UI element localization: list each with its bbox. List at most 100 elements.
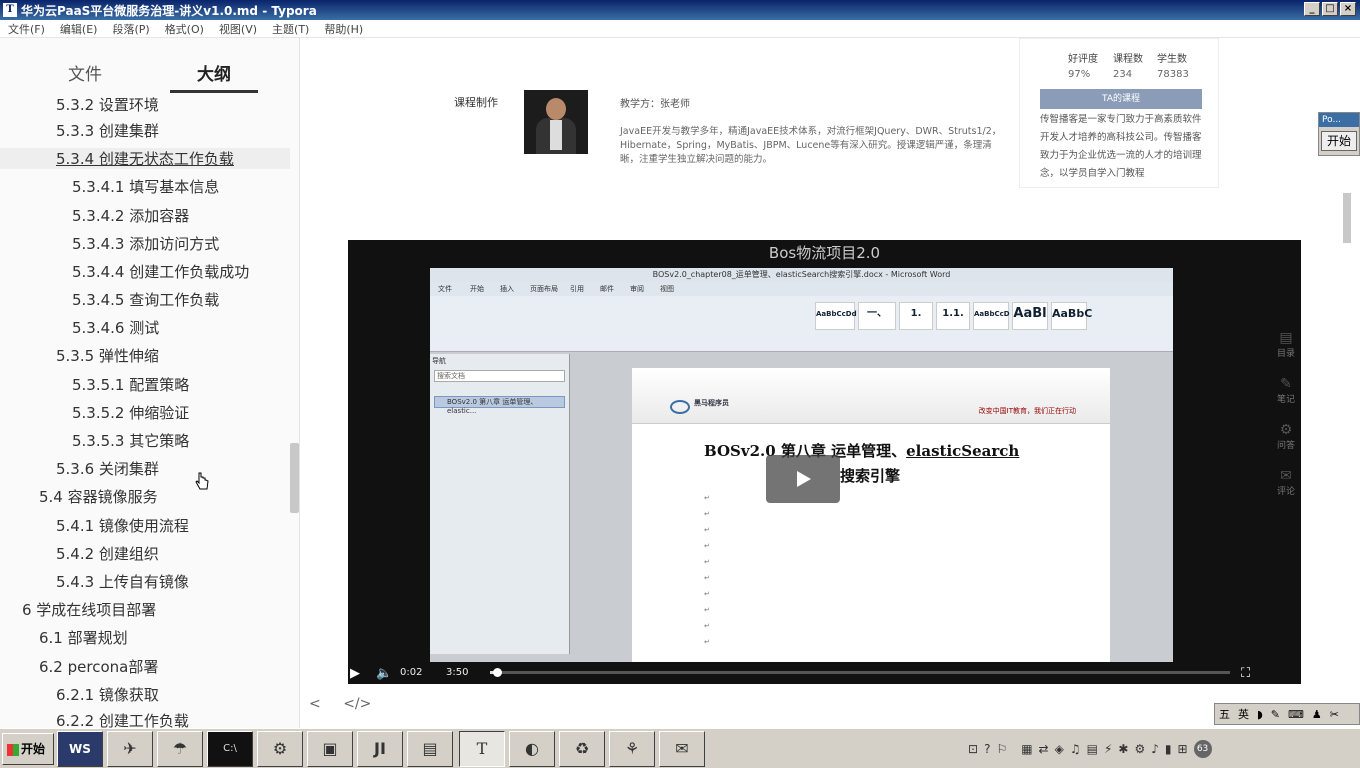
webstorm-taskbar-button[interactable]: WS	[57, 731, 103, 767]
tray-icon[interactable]: ⚙	[1134, 742, 1145, 756]
ta-course-header[interactable]: TA的课程	[1040, 89, 1202, 109]
tray-icon[interactable]: ▤	[1087, 742, 1098, 756]
qa-tool[interactable]: ⚙ 问答	[1274, 422, 1298, 468]
tray-icon[interactable]: ✱	[1118, 742, 1128, 756]
floating-popup[interactable]: Po... 开始	[1318, 112, 1360, 156]
ime-pen-icon[interactable]: ✎	[1271, 708, 1280, 721]
chapter-heading-link: elasticSearch	[906, 442, 1020, 460]
teacher-description: JavaEE开发与教学多年，精通JavaEE技术体系，对流行框架JQuery、D…	[620, 126, 1002, 165]
tab-outline[interactable]: 大纲	[197, 60, 231, 85]
outline-item[interactable]: 5.3.6 关闭集群	[56, 458, 159, 479]
progress-bar[interactable]	[490, 668, 1230, 677]
popup-start-button[interactable]: 开始	[1321, 131, 1357, 151]
rating-label: 好评度	[1068, 54, 1098, 65]
cmd-taskbar-button[interactable]: C:\	[207, 731, 253, 767]
tray-icon[interactable]: ⊡	[968, 742, 978, 756]
outline-item[interactable]: 6.2 percona部署	[39, 656, 158, 677]
app-taskbar-button[interactable]: ✈	[107, 731, 153, 767]
outline-item[interactable]: 5.3.3 创建集群	[56, 120, 159, 141]
network-icon[interactable]: ⇄	[1039, 742, 1049, 756]
menu-file[interactable]: 文件(F)	[8, 21, 45, 37]
tray-icon[interactable]: ♫	[1070, 742, 1081, 756]
outline-item[interactable]: 5.3.4.6 测试	[72, 317, 159, 338]
video-player[interactable]: Bos物流项目2.0 BOSv2.0_chapter08_运单管理、elasti…	[348, 240, 1301, 684]
outline-item[interactable]: 5.3.4.2 添加容器	[72, 205, 189, 226]
ime-moon-icon[interactable]: ◗	[1257, 708, 1263, 721]
app-taskbar-button[interactable]: ♻	[559, 731, 605, 767]
tray-icon[interactable]: ◈	[1055, 742, 1064, 756]
prev-arrow-icon[interactable]: <	[309, 696, 321, 712]
outline-item[interactable]: 5.3.4.5 查询工作负载	[72, 289, 219, 310]
sidebar-scrollbar[interactable]	[290, 443, 299, 513]
menu-help[interactable]: 帮助(H)	[324, 21, 363, 37]
bluetooth-icon[interactable]: ⚡	[1104, 742, 1112, 756]
close-button[interactable]: ×	[1340, 2, 1356, 16]
menu-edit[interactable]: 编辑(E)	[60, 21, 98, 37]
outline-item[interactable]: 5.3.5.3 其它策略	[72, 430, 189, 451]
tray-icon[interactable]: ⚐	[996, 742, 1007, 756]
word-ribbon-tabs: 文件 开始 插入 页面布局 引用 邮件 审阅 视图	[430, 282, 1173, 296]
outline-item[interactable]: 6.2.2 创建工作负载	[56, 710, 189, 728]
menu-view[interactable]: 视图(V)	[219, 21, 257, 37]
ime-user-icon[interactable]: ♟	[1312, 708, 1322, 721]
window-title-bar[interactable]: T 华为云PaaS平台微服务治理-讲义v1.0.md - Typora _ □ …	[0, 0, 1360, 20]
volume-icon[interactable]: 🔈	[376, 666, 392, 681]
app-taskbar-button[interactable]: ☂	[157, 731, 203, 767]
explorer-taskbar-button[interactable]: ▤	[407, 731, 453, 767]
outline-item[interactable]: 5.3.5.1 配置策略	[72, 374, 189, 395]
outline-item[interactable]: 5.3.4.1 填写基本信息	[72, 176, 219, 197]
ime-lang-toggle[interactable]: 英	[1238, 706, 1249, 722]
chrome-taskbar-button[interactable]: ◐	[509, 731, 555, 767]
outline-item[interactable]: 5.4.3 上传自有镜像	[56, 571, 189, 592]
outline-item[interactable]: 5.3.5 弹性伸缩	[56, 345, 159, 366]
menu-paragraph[interactable]: 段落(P)	[112, 21, 149, 37]
volume-tray-icon[interactable]: ♪	[1151, 742, 1159, 756]
menu-theme[interactable]: 主题(T)	[272, 21, 309, 37]
word-navigation-pane: 导航 搜索文档 BOSv2.0 第八章 运单管理、elastic...	[430, 354, 570, 654]
menu-format[interactable]: 格式(O)	[165, 21, 204, 37]
help-icon[interactable]: ?	[984, 742, 990, 756]
outline-item[interactable]: 6.2.1 镜像获取	[56, 684, 159, 705]
outline-item[interactable]: 6 学成在线项目部署	[22, 599, 156, 620]
outline-item[interactable]: 5.3.2 设置环境	[56, 94, 159, 115]
outline-item[interactable]: 5.4 容器镜像服务	[39, 486, 158, 507]
catalog-tool[interactable]: ▤ 目录	[1274, 330, 1298, 376]
outline-item[interactable]: 5.3.4.4 创建工作负载成功	[72, 261, 249, 282]
app-taskbar-button[interactable]: ⚙	[257, 731, 303, 767]
outline-item[interactable]: 5.3.5.2 伸缩验证	[72, 402, 189, 423]
maximize-button[interactable]: □	[1322, 2, 1338, 16]
app-taskbar-button[interactable]: ⚘	[609, 731, 655, 767]
clock-badge[interactable]: 63	[1193, 740, 1212, 758]
editor-scrollbar[interactable]	[1343, 193, 1351, 243]
ime-keyboard-icon[interactable]: ⌨	[1288, 708, 1304, 721]
signal-icon[interactable]: ▮	[1165, 742, 1172, 756]
outline-item[interactable]: 5.3.4.3 添加访问方式	[72, 233, 219, 254]
outline-item[interactable]: 6.1 部署规划	[39, 627, 128, 648]
tray-icon[interactable]: ▦	[1021, 742, 1032, 756]
comment-tool[interactable]: ✉ 评论	[1274, 468, 1298, 514]
typora-taskbar-button[interactable]: T	[459, 731, 505, 767]
tray-icon[interactable]: ⊞	[1178, 742, 1188, 756]
outline-item[interactable]: 5.4.1 镜像使用流程	[56, 515, 189, 536]
course-count-value: 234	[1113, 69, 1133, 80]
app-taskbar-button[interactable]: ▣	[307, 731, 353, 767]
comment-icon: ✉	[1280, 468, 1292, 484]
notes-tool[interactable]: ✎ 笔记	[1274, 376, 1298, 422]
nav-search-box: 搜索文档	[434, 370, 565, 382]
source-code-toggle[interactable]: </>	[343, 696, 371, 712]
tab-files[interactable]: 文件	[68, 60, 102, 85]
play-icon[interactable]: ▶	[350, 666, 360, 681]
minimize-button[interactable]: _	[1304, 2, 1320, 16]
course-maker-label: 课程制作	[454, 96, 498, 109]
start-button[interactable]: 开始	[2, 733, 54, 765]
sidebar-tabs: 文件 大纲	[0, 52, 290, 93]
outline-item-active[interactable]: 5.3.4 创建无状态工作负载	[0, 148, 290, 169]
outline-item[interactable]: 5.4.2 创建组织	[56, 543, 159, 564]
ime-mode-icon[interactable]: 五	[1219, 706, 1230, 722]
app-taskbar-button[interactable]: ✉	[659, 731, 705, 767]
intellij-taskbar-button[interactable]: JI	[357, 731, 403, 767]
progress-knob[interactable]	[492, 668, 502, 677]
ime-tool-icon[interactable]: ✂	[1330, 708, 1339, 721]
fullscreen-icon[interactable]: ⛶	[1241, 666, 1250, 681]
play-overlay-button[interactable]	[766, 455, 840, 503]
